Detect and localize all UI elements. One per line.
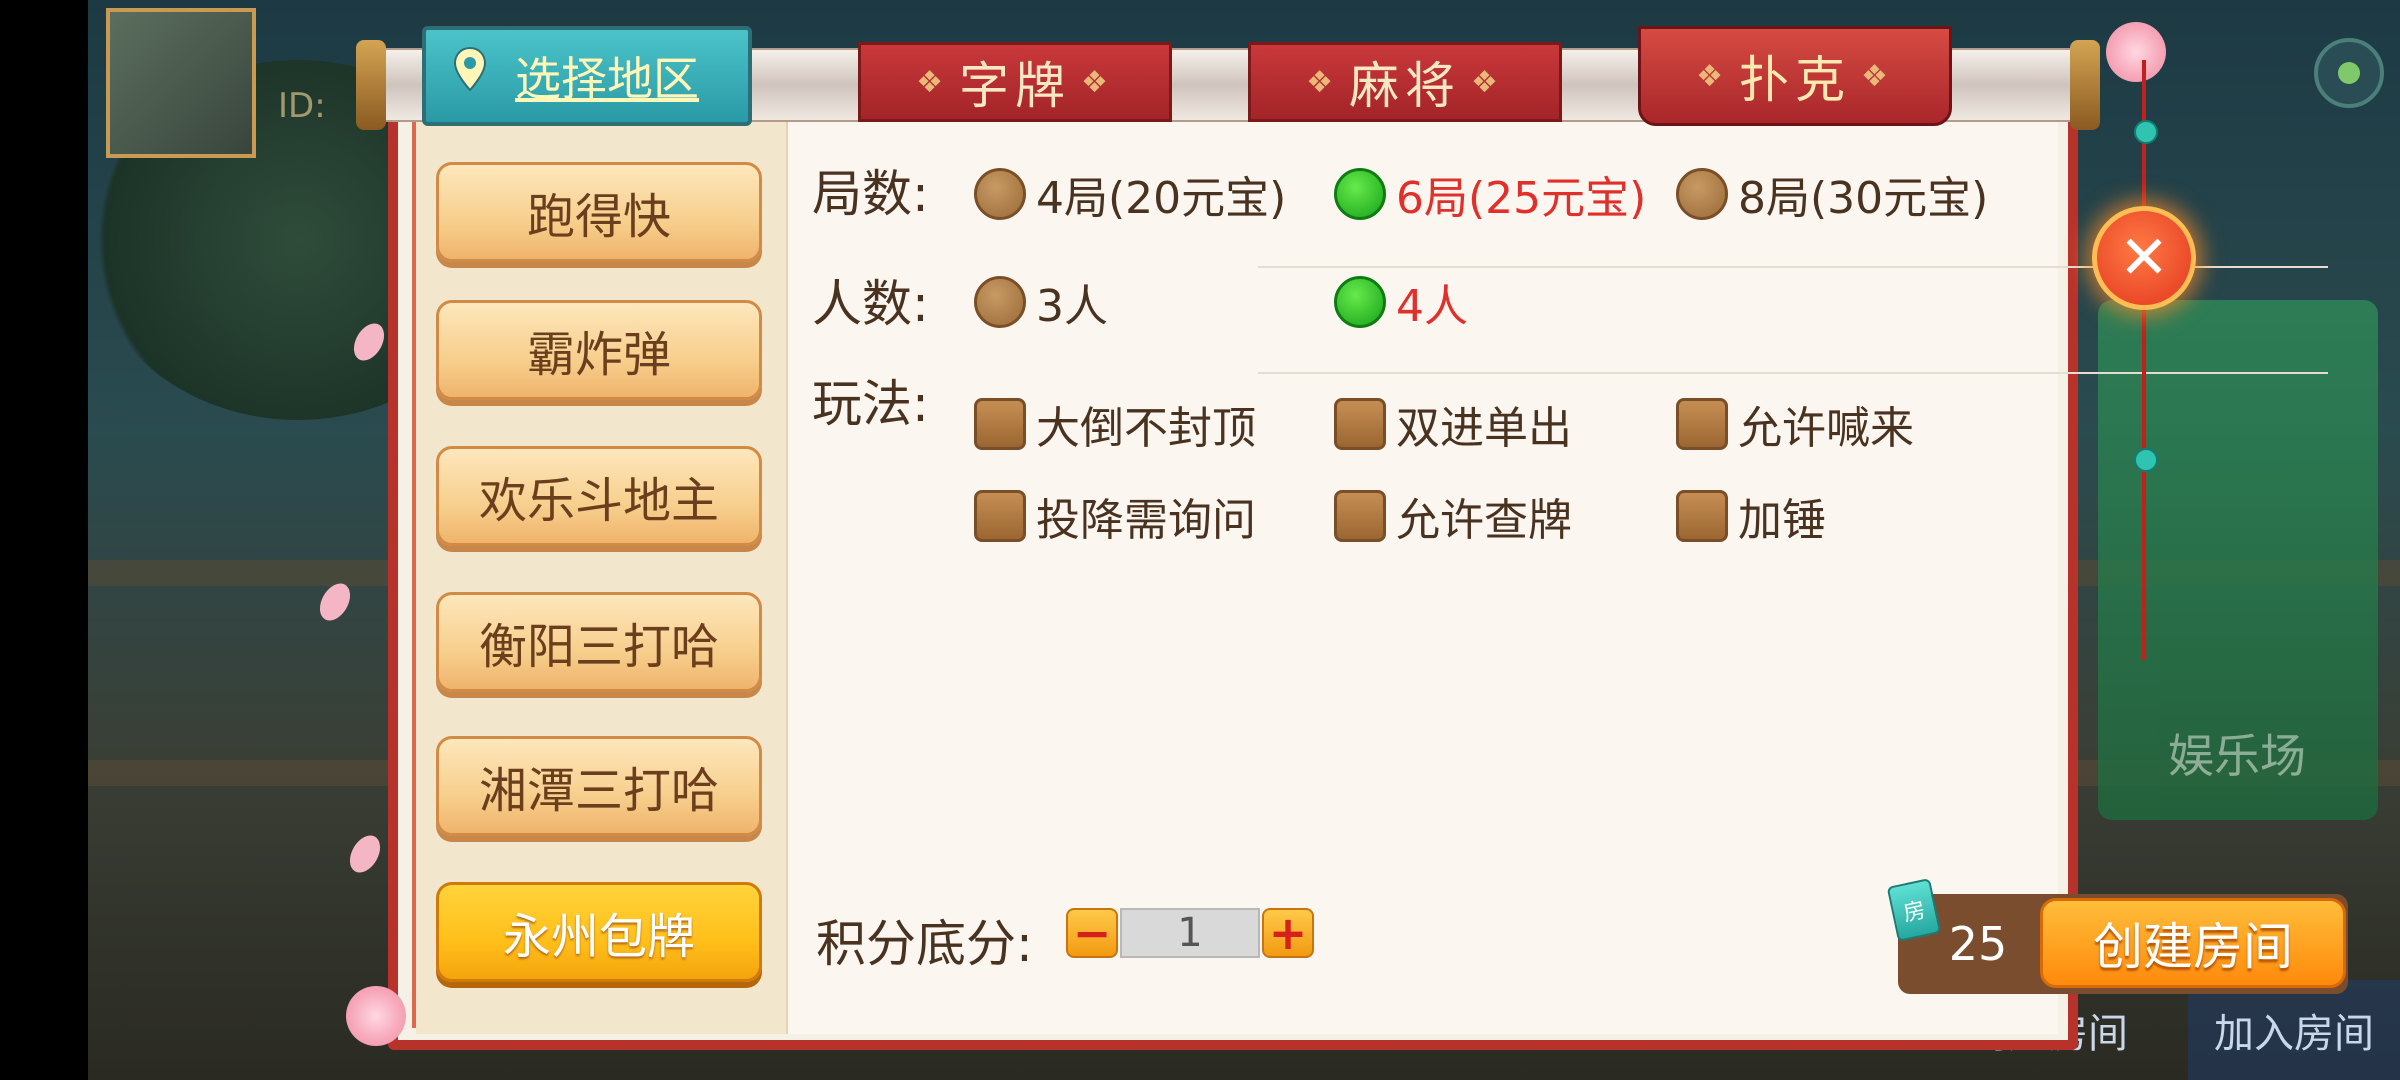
rounds-option-6[interactable]: 6局(25元宝): [1334, 162, 1646, 226]
ornament-icon: ❖: [1696, 58, 1729, 94]
scroll-end-right: [2070, 40, 2100, 130]
checkbox-icon: [974, 398, 1026, 450]
rule-option-dadao[interactable]: 大倒不封顶: [974, 392, 1256, 456]
settings-gear-icon[interactable]: [2314, 38, 2384, 108]
base-score-value[interactable]: 1: [1120, 908, 1260, 958]
game-item-yongzhou-baopai[interactable]: 永州包牌: [436, 882, 762, 982]
bottom-join-room-button[interactable]: 加入房间: [2188, 980, 2400, 1080]
bead-decoration: [2134, 448, 2158, 472]
petal-decoration: [343, 830, 387, 878]
players-option-label: 3人: [1036, 281, 1108, 332]
close-button[interactable]: ✕: [2092, 206, 2196, 310]
rounds-label: 局数:: [812, 165, 929, 223]
game-item-bazhadan[interactable]: 霸炸弹: [436, 300, 762, 400]
bead-decoration: [2134, 120, 2158, 144]
location-pin-icon: [453, 46, 487, 92]
petal-decoration: [347, 318, 391, 366]
create-room-button[interactable]: 创建房间: [2040, 898, 2346, 988]
user-avatar[interactable]: [106, 8, 256, 158]
checkbox-icon: [974, 490, 1026, 542]
radio-selected-icon: [1334, 276, 1386, 328]
create-room-dialog: 选择地区 ❖ 字牌 ❖ ❖ 麻将 ❖ ❖ 扑克 ❖ 跑得快 霸炸弹 欢乐斗地主 …: [313, 22, 2348, 1050]
radio-icon: [974, 276, 1026, 328]
ornament-icon: ❖: [916, 64, 949, 100]
ornament-icon: ❖: [1081, 64, 1114, 100]
game-item-paodekuai[interactable]: 跑得快: [436, 162, 762, 262]
select-region-button[interactable]: 选择地区: [422, 26, 752, 126]
rule-option-label: 投降需询问: [1036, 495, 1256, 546]
rule-option-label: 允许查牌: [1396, 495, 1572, 546]
tab-poker-label: 扑克: [1739, 51, 1851, 109]
flower-decoration: [346, 986, 406, 1046]
checkbox-icon: [1676, 490, 1728, 542]
rounds-option-label: 8局(30元宝): [1738, 173, 1989, 224]
ornament-icon: ❖: [1861, 58, 1894, 94]
game-item-xiangtan-sandaha[interactable]: 湘潭三打哈: [436, 736, 762, 836]
rule-option-jiachui[interactable]: 加锤: [1676, 484, 1826, 548]
minus-button[interactable]: −: [1066, 908, 1118, 958]
game-item-doudizhu[interactable]: 欢乐斗地主: [436, 446, 762, 546]
entertainment-panel[interactable]: 娱乐场: [2098, 300, 2378, 820]
radio-icon: [974, 168, 1026, 220]
tab-zipai-label: 字牌: [959, 57, 1071, 115]
rules-label: 玩法:: [812, 375, 929, 433]
game-item-hengyang-sandaha[interactable]: 衡阳三打哈: [436, 592, 762, 692]
radio-icon: [1676, 168, 1728, 220]
rounds-option-label: 6局(25元宝): [1396, 173, 1647, 224]
checkbox-icon: [1334, 398, 1386, 450]
rule-option-label: 加锤: [1738, 495, 1826, 546]
players-option-label: 4人: [1396, 281, 1468, 332]
rule-option-chapai[interactable]: 允许查牌: [1334, 484, 1572, 548]
players-option-3[interactable]: 3人: [974, 270, 1108, 334]
ornament-icon: ❖: [1306, 64, 1339, 100]
plus-button[interactable]: +: [1262, 908, 1314, 958]
rule-option-hanlai[interactable]: 允许喊来: [1676, 392, 1914, 456]
rule-option-touxiang[interactable]: 投降需询问: [974, 484, 1256, 548]
flower-decoration: [2106, 22, 2166, 82]
room-cost-value: 25: [1948, 917, 2008, 971]
rule-option-shuangjin[interactable]: 双进单出: [1334, 392, 1572, 456]
select-region-label: 选择地区: [515, 52, 699, 106]
base-score-label: 积分底分:: [816, 915, 1033, 973]
rule-option-label: 允许喊来: [1738, 403, 1914, 454]
tab-mahjong[interactable]: ❖ 麻将 ❖: [1248, 42, 1562, 122]
hanging-string: [2142, 60, 2146, 660]
checkbox-icon: [1676, 398, 1728, 450]
checkbox-icon: [1334, 490, 1386, 542]
rounds-option-label: 4局(20元宝): [1036, 173, 1287, 224]
options-panel: [788, 86, 2058, 1034]
players-option-4[interactable]: 4人: [1334, 270, 1468, 334]
tab-poker[interactable]: ❖ 扑克 ❖: [1638, 26, 1952, 126]
entertainment-label: 娱乐场: [2168, 729, 2306, 783]
players-label: 人数:: [812, 275, 929, 333]
ornament-icon: ❖: [1471, 64, 1504, 100]
divider: [1258, 372, 2328, 374]
rule-option-label: 大倒不封顶: [1036, 403, 1256, 454]
scroll-end-left: [356, 40, 386, 130]
tab-mahjong-label: 麻将: [1349, 57, 1461, 115]
rounds-option-8[interactable]: 8局(30元宝): [1676, 162, 1988, 226]
petal-decoration: [313, 578, 357, 626]
tab-zipai[interactable]: ❖ 字牌 ❖: [858, 42, 1172, 122]
radio-selected-icon: [1334, 168, 1386, 220]
rounds-option-4[interactable]: 4局(20元宝): [974, 162, 1286, 226]
rule-option-label: 双进单出: [1396, 403, 1572, 454]
